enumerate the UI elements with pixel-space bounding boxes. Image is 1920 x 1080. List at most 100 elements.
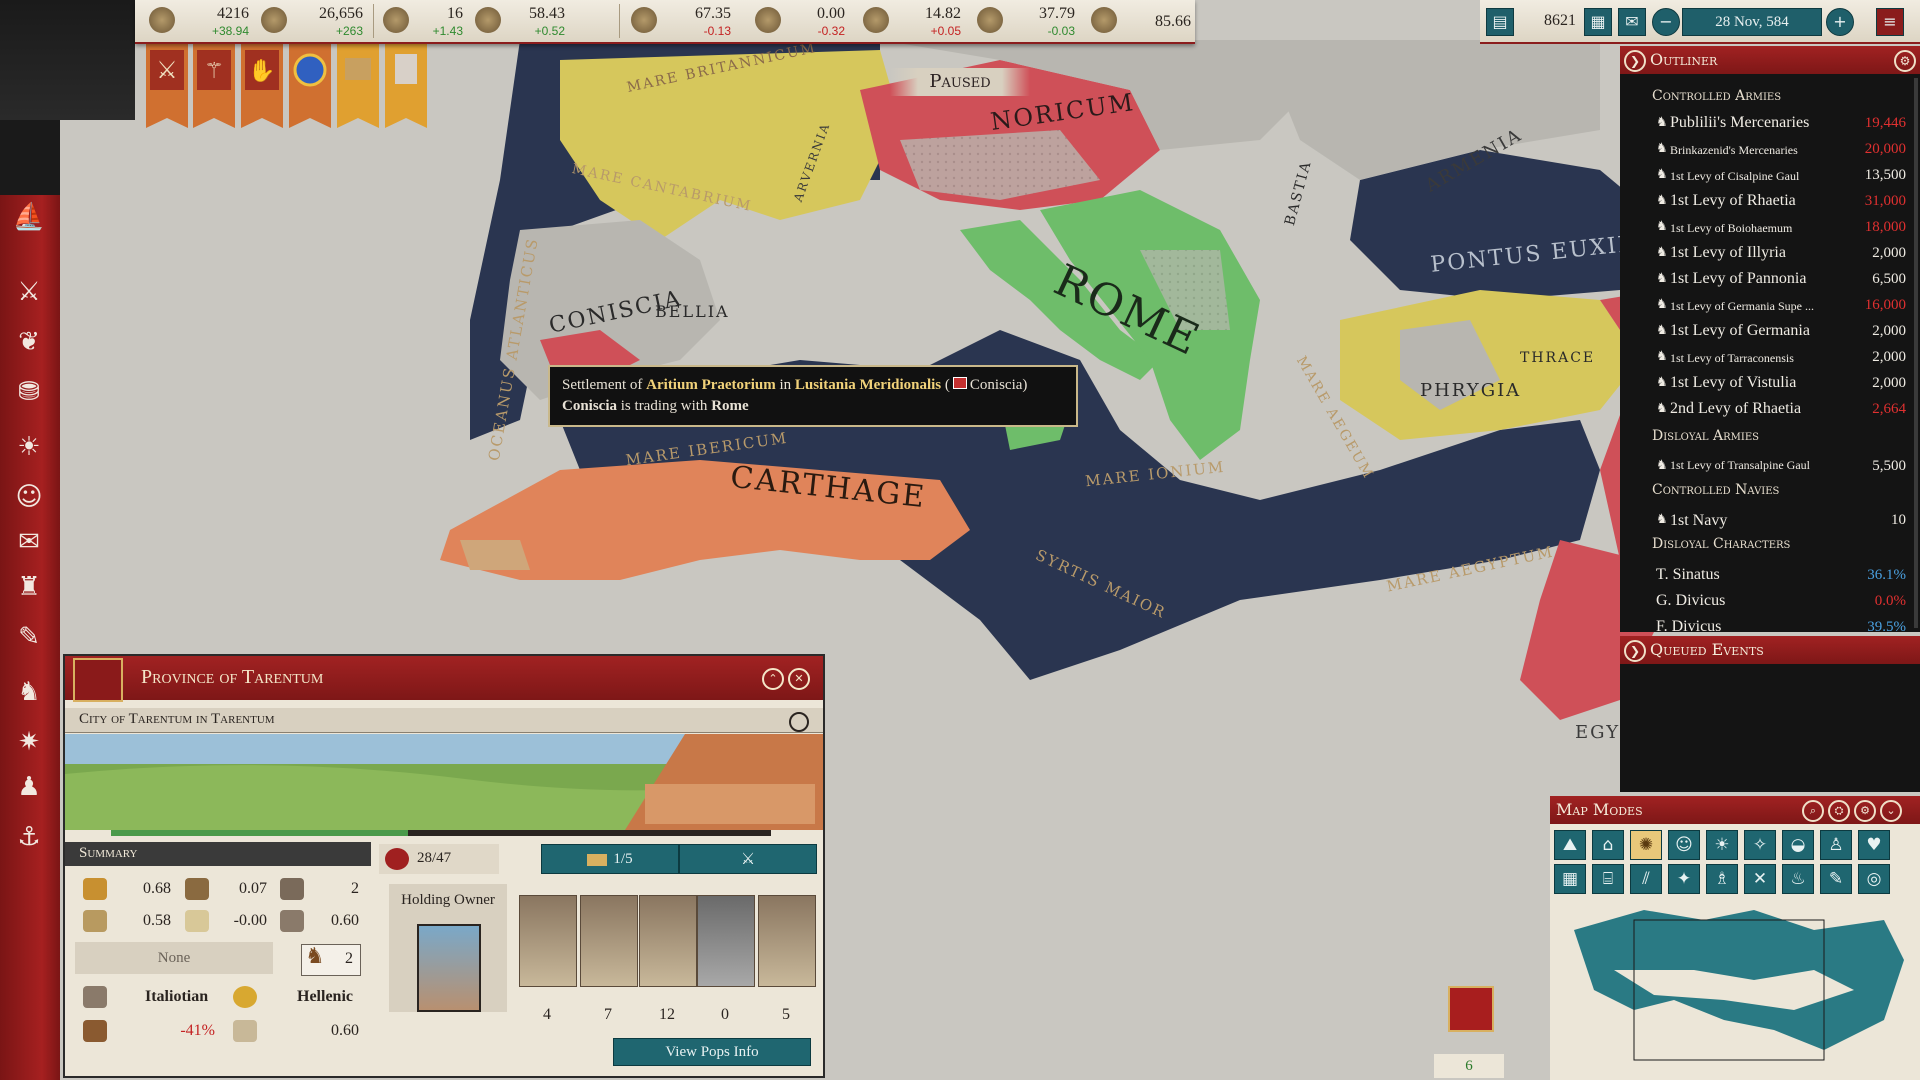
resource-religious-power[interactable]: 16 +1.43 [383, 3, 463, 39]
outliner-toggle-icon[interactable]: ❯ [1624, 50, 1646, 72]
religion-icon[interactable]: ☀ [12, 430, 46, 464]
building-slot-1[interactable] [519, 895, 577, 987]
menu-icon[interactable]: ≡ [1876, 8, 1904, 36]
mapmode-religion-icon[interactable]: ☀ [1706, 830, 1738, 860]
mapmode-diplomacy-icon[interactable]: ♥ [1858, 830, 1890, 860]
army-row[interactable]: ♞ 1st Levy of Rhaetia 31,000 [1656, 192, 1920, 214]
military-icon[interactable]: ⚔ [12, 275, 46, 309]
filter-icon[interactable]: ⛭ [1828, 800, 1850, 822]
building-slot-3[interactable] [639, 895, 697, 987]
army-row[interactable]: ♞ 1st Levy of Germania 2,000 [1656, 322, 1920, 344]
character-row[interactable]: T. Sinatus 36.1% [1656, 566, 1920, 588]
army-row[interactable]: ♞ 1st Levy of Pannonia 6,500 [1656, 270, 1920, 292]
army-row[interactable]: ♞ 1st Levy of Vistulia 2,000 [1656, 374, 1920, 396]
wheel-icon[interactable]: ✷ [12, 725, 46, 759]
calendar-grid-icon[interactable]: ▦ [1584, 8, 1612, 36]
mapmode-buildings-icon[interactable]: ⌸ [1592, 864, 1624, 894]
mapmode-lamp-icon[interactable]: ♨ [1782, 864, 1814, 894]
army-row[interactable]: ♞ Publilii's Mercenaries 19,446 [1656, 114, 1920, 136]
mapmode-war-icon[interactable]: ✕ [1744, 864, 1776, 894]
character-icon[interactable]: ♟ [12, 770, 46, 804]
mapmode-people-icon[interactable]: ♗ [1706, 864, 1738, 894]
mapmode-food-icon[interactable]: ◒ [1782, 830, 1814, 860]
ledger-icon[interactable]: ▤ [1486, 8, 1514, 36]
mapmode-eagle-icon[interactable]: ✺ [1630, 830, 1662, 860]
banner-throne[interactable] [385, 44, 427, 136]
army-row[interactable]: ♞ 1st Levy of Boiohaemum 18,000 [1656, 218, 1920, 240]
character-row[interactable]: G. Divicus 0.0% [1656, 592, 1920, 614]
outliner-section-controlled-navies[interactable]: Controlled Navies [1652, 482, 1779, 498]
army-row[interactable]: ♞ 1st Levy of Germania Supe ... 16,000 [1656, 296, 1920, 318]
mapmode-grid-icon[interactable]: ▦ [1554, 864, 1586, 894]
banner-scroll[interactable] [337, 44, 379, 136]
resource-military-experience[interactable]: 58.43 +0.52 [475, 3, 565, 39]
speed-up-button[interactable]: + [1826, 8, 1854, 36]
mapmode-roads-icon[interactable]: ⫽ [1630, 864, 1662, 894]
mapmode-population-icon[interactable]: ♙ [1820, 830, 1852, 860]
holding-owner-portrait[interactable] [417, 924, 481, 1012]
collapse-icon[interactable]: ⌄ [1880, 800, 1902, 822]
resource-manpower[interactable]: 26,656 +263 [261, 3, 363, 39]
ships-icon[interactable]: ⛵ [12, 200, 46, 234]
trade-good-slot[interactable]: None [75, 942, 273, 974]
resource-treasury[interactable]: 4216 +38.94 [149, 3, 249, 39]
queued-events-header[interactable]: ❯ Queued Events [1620, 636, 1920, 664]
building-slot-4[interactable] [697, 895, 755, 987]
mapmode-tools-icon[interactable]: ✎ [1820, 864, 1852, 894]
city-icon[interactable] [789, 712, 809, 732]
building-slots-button[interactable]: 1/5 [541, 844, 679, 874]
helmet-icon[interactable]: ♜ [12, 570, 46, 604]
mapmode-trade-icon[interactable]: ✧ [1744, 830, 1776, 860]
date-display[interactable]: 28 Nov, 584 [1682, 8, 1822, 36]
army-row[interactable]: ♞ 2nd Levy of Rhaetia 2,664 [1656, 400, 1920, 422]
tools-icon[interactable]: ✎ [12, 620, 46, 654]
mapmode-culture-icon[interactable]: ☺ [1668, 830, 1700, 860]
banner-shield[interactable] [289, 44, 331, 136]
resource-aggressive-expansion[interactable]: 37.79 -0.03 [977, 3, 1075, 39]
search-icon[interactable]: ⌕ [1802, 800, 1824, 822]
banner-spear[interactable]: ⚚ [193, 44, 235, 136]
banner-hand[interactable]: ✋ [241, 44, 283, 136]
mapmode-terrain-icon[interactable]: ⛰ [1554, 830, 1586, 860]
outliner-settings-icon[interactable]: ⚙ [1894, 50, 1916, 72]
province-close-button[interactable]: ✕ [788, 668, 810, 690]
outliner-section-disloyal-characters[interactable]: Disloyal Characters [1652, 536, 1790, 552]
chat-icon[interactable]: ✉ [1618, 8, 1646, 36]
mapmode-globe-icon[interactable]: ◎ [1858, 864, 1890, 894]
outliner-section-controlled-armies[interactable]: Controlled Armies [1652, 88, 1781, 104]
view-pops-button[interactable]: View Pops Info [613, 1038, 811, 1066]
mapmode-loyalty-icon[interactable]: ✦ [1668, 864, 1700, 894]
army-row[interactable]: ♞ 1st Levy of Tarraconensis 2,000 [1656, 348, 1920, 370]
unit-marker[interactable] [1448, 986, 1494, 1032]
economy-icon[interactable]: ⛃ [12, 375, 46, 409]
banner-military[interactable]: ⚔ [146, 44, 188, 136]
building-slot-2[interactable] [580, 895, 638, 987]
army-row[interactable]: ♞ 1st Levy of Cisalpine Gaul 13,500 [1656, 166, 1920, 188]
resource-legitimacy[interactable]: 85.66 [1091, 3, 1191, 39]
settings-icon[interactable]: ⚙ [1854, 800, 1876, 822]
navy-row[interactable]: ♞ 1st Navy 10 [1656, 512, 1920, 532]
resource-tyranny[interactable]: 0.00 -0.32 [755, 3, 845, 39]
resource-stability[interactable]: 67.35 -0.13 [631, 3, 731, 39]
speed-down-button[interactable]: − [1652, 8, 1680, 36]
army-name: 1st Levy of Cisalpine Gaul [1670, 169, 1800, 183]
government-button[interactable] [0, 120, 60, 195]
army-row[interactable]: ♞ Brinkazenid's Mercenaries 20,000 [1656, 140, 1920, 162]
building-slot-5[interactable] [758, 895, 816, 987]
outliner-scrollbar[interactable] [1914, 78, 1918, 628]
laurel-icon[interactable]: ❦ [12, 325, 46, 359]
progress-fill [111, 830, 408, 836]
ship-icon[interactable]: ⚓ [12, 820, 46, 854]
army-row[interactable]: ♞ 1st Levy of Illyria 2,000 [1656, 244, 1920, 266]
queued-events-toggle-icon[interactable]: ❯ [1624, 640, 1646, 662]
province-collapse-button[interactable]: ⌃ [762, 668, 784, 690]
minimap[interactable] [1554, 900, 1916, 1076]
outliner-section-disloyal-armies[interactable]: Disloyal Armies [1652, 428, 1759, 444]
resource-war-exhaustion[interactable]: 14.82 +0.05 [863, 3, 961, 39]
mapmode-political-icon[interactable]: ⌂ [1592, 830, 1624, 860]
horse-icon[interactable]: ♞ [12, 675, 46, 709]
recruit-button[interactable]: ⚔ [679, 844, 817, 874]
army-row[interactable]: ♞ 1st Levy of Transalpine Gaul 5,500 [1656, 458, 1920, 478]
culture-icon[interactable]: ☺ [12, 480, 46, 514]
scroll-icon[interactable]: ✉ [12, 525, 46, 559]
